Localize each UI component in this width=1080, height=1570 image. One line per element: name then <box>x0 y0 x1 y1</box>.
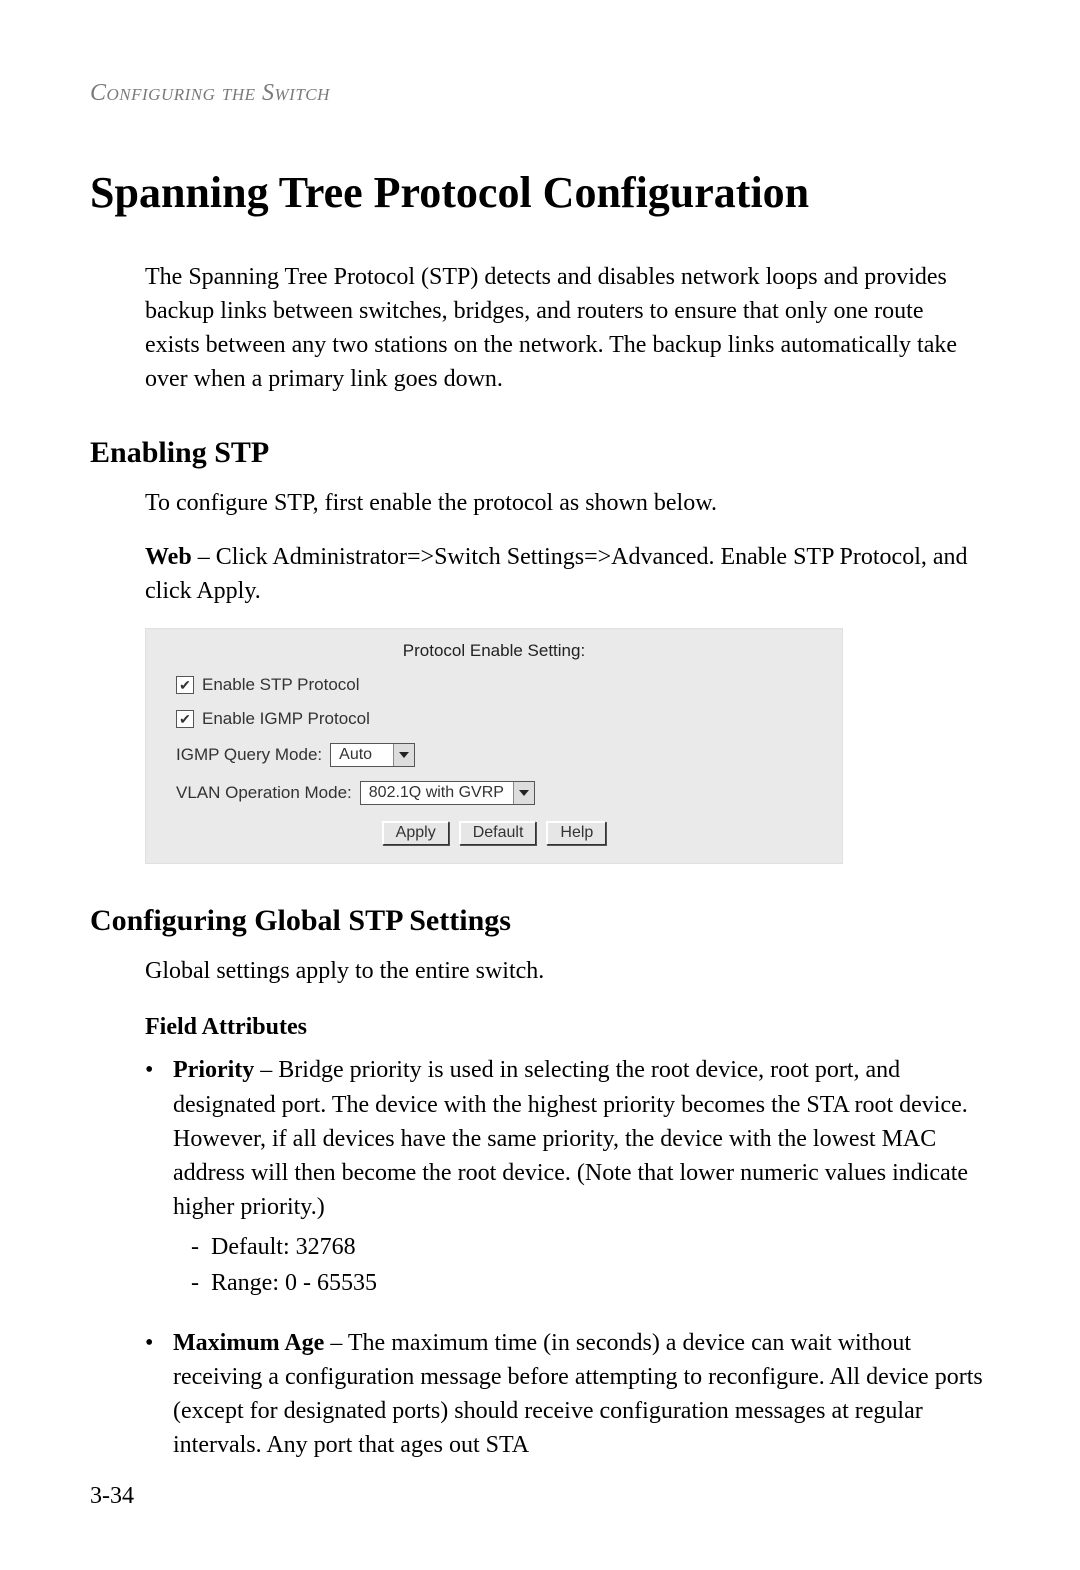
help-button[interactable]: Help <box>546 821 606 845</box>
attr-maxage-term: Maximum Age <box>173 1330 324 1356</box>
page-number: 3-34 <box>90 1483 134 1510</box>
global-stp-intro: Global settings apply to the entire swit… <box>145 954 980 988</box>
running-header: Configuring the Switch <box>90 80 990 107</box>
protocol-enable-panel: Protocol Enable Setting: ✔ Enable STP Pr… <box>145 628 843 864</box>
igmp-query-select[interactable]: Auto <box>330 743 415 767</box>
web-instruction-rest: – Click Administrator=>Switch Settings=>… <box>145 544 968 604</box>
protocol-enable-title: Protocol Enable Setting: <box>164 641 824 661</box>
vlan-mode-row: VLAN Operation Mode: 802.1Q with GVRP <box>176 781 824 805</box>
attr-priority-desc: – Bridge priority is used in selecting t… <box>173 1057 968 1219</box>
page-title: Spanning Tree Protocol Configuration <box>90 167 990 220</box>
attr-priority-item: Priority – Bridge priority is used in se… <box>145 1053 990 1300</box>
igmp-query-label: IGMP Query Mode: <box>176 745 322 765</box>
chevron-down-icon <box>513 782 534 804</box>
field-attributes-heading: Field Attributes <box>145 1014 990 1041</box>
apply-button[interactable]: Apply <box>382 821 449 845</box>
panel-buttons: Apply Default Help <box>164 821 824 845</box>
enabling-stp-p1: To configure STP, first enable the proto… <box>145 486 980 520</box>
enable-stp-label: Enable STP Protocol <box>202 675 360 695</box>
attr-priority-default: Default: 32768 <box>191 1230 990 1264</box>
igmp-query-row: IGMP Query Mode: Auto <box>176 743 824 767</box>
vlan-mode-value: 802.1Q with GVRP <box>361 782 513 804</box>
attr-priority-sublist: Default: 32768 Range: 0 - 65535 <box>191 1230 990 1300</box>
section-heading-enabling-stp: Enabling STP <box>90 436 990 470</box>
attr-maxage-item: Maximum Age – The maximum time (in secon… <box>145 1326 990 1462</box>
section-heading-global-stp: Configuring Global STP Settings <box>90 904 990 938</box>
default-button[interactable]: Default <box>459 821 537 845</box>
igmp-query-value: Auto <box>331 744 393 766</box>
enable-igmp-checkbox[interactable]: ✔ <box>176 710 194 728</box>
intro-paragraph: The Spanning Tree Protocol (STP) detects… <box>145 260 980 396</box>
igmp-checkbox-row: ✔ Enable IGMP Protocol <box>176 709 824 729</box>
enable-stp-checkbox[interactable]: ✔ <box>176 676 194 694</box>
vlan-mode-select[interactable]: 802.1Q with GVRP <box>360 781 535 805</box>
stp-checkbox-row: ✔ Enable STP Protocol <box>176 675 824 695</box>
attr-priority-term: Priority <box>173 1057 254 1083</box>
web-instruction: Web – Click Administrator=>Switch Settin… <box>145 540 980 608</box>
chevron-down-icon <box>393 744 414 766</box>
enable-igmp-label: Enable IGMP Protocol <box>202 709 370 729</box>
field-attributes-list: Priority – Bridge priority is used in se… <box>145 1053 990 1462</box>
web-instruction-bold: Web <box>145 544 192 570</box>
attr-priority-range: Range: 0 - 65535 <box>191 1266 990 1300</box>
vlan-mode-label: VLAN Operation Mode: <box>176 783 352 803</box>
